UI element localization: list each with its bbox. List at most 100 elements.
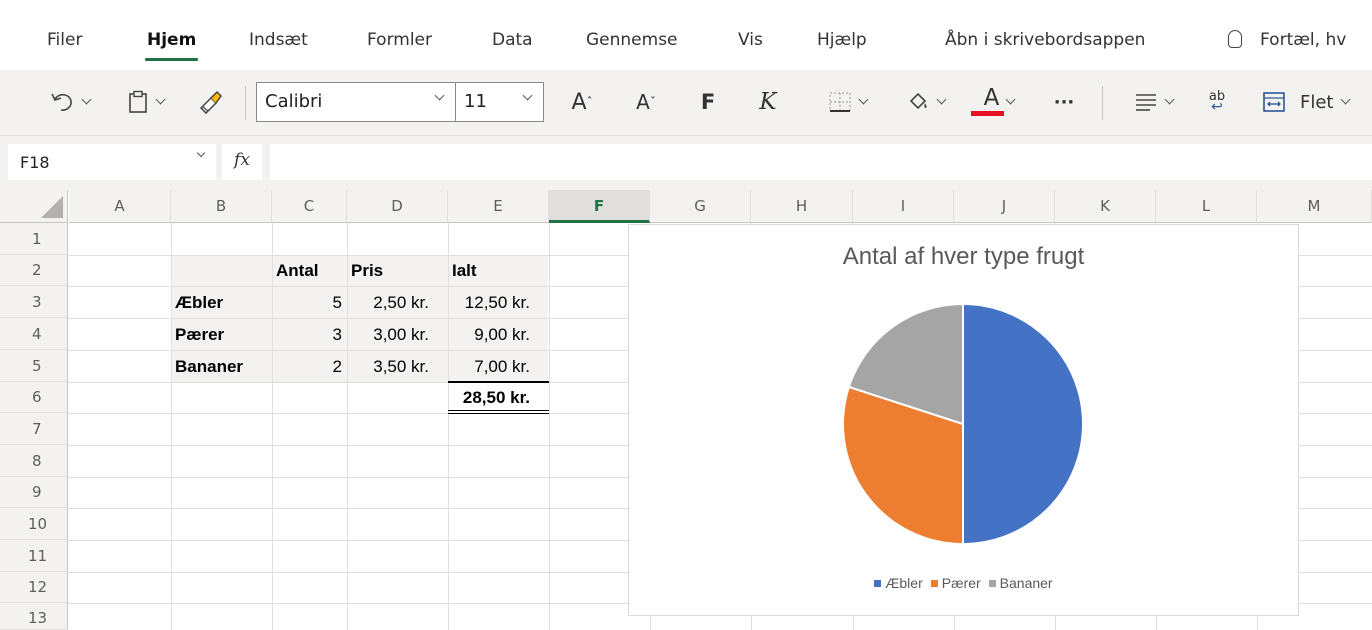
format-painter-icon xyxy=(199,90,222,114)
bold-button[interactable]: F xyxy=(690,82,726,122)
cell-d4-pris[interactable]: 3,00 kr. xyxy=(347,319,429,350)
tab-formler[interactable]: Formler xyxy=(367,30,432,50)
row-header-10[interactable]: 10 xyxy=(0,508,68,540)
column-header-h[interactable]: H xyxy=(751,190,853,223)
formula-input[interactable] xyxy=(270,144,1372,180)
pie-slice-0[interactable] xyxy=(962,302,1084,546)
name-box[interactable]: F18 xyxy=(8,144,216,180)
cell-b5-item-name[interactable]: Bananer xyxy=(175,351,243,382)
cell-c2-header-antal[interactable]: Antal xyxy=(276,255,319,286)
cell-d2-header-pris[interactable]: Pris xyxy=(351,255,383,286)
column-header-g[interactable]: G xyxy=(650,190,751,223)
toolbar-divider xyxy=(1102,86,1103,120)
chevron-down-icon xyxy=(1164,94,1174,105)
legend-swatch xyxy=(930,580,938,587)
cell-e6-total[interactable]: 28,50 kr. xyxy=(448,382,530,413)
row-header-9[interactable]: 9 xyxy=(0,477,68,508)
tab-indsaet[interactable]: Indsæt xyxy=(249,30,308,50)
open-desktop-app-link[interactable]: Åbn i skrivebordsappen xyxy=(945,30,1145,50)
font-name-dropdown[interactable]: Calibri xyxy=(256,82,456,122)
ribbon-tabs: Filer Hjem Indsæt Formler Data Gennemse … xyxy=(0,12,1372,70)
grow-font-button[interactable]: Aˆ xyxy=(560,82,604,122)
column-header-l[interactable]: L xyxy=(1156,190,1257,223)
legend-swatch xyxy=(988,580,996,587)
font-size-dropdown[interactable]: 11 xyxy=(456,82,544,122)
italic-button[interactable]: K xyxy=(750,82,786,122)
row-header-4[interactable]: 4 xyxy=(0,318,68,350)
column-header-i[interactable]: I xyxy=(853,190,954,223)
column-header-b[interactable]: B xyxy=(171,190,272,223)
column-header-a[interactable]: A xyxy=(69,190,171,223)
cell-c4-antal[interactable]: 3 xyxy=(272,319,342,350)
caret-up-icon: ˆ xyxy=(586,95,593,109)
row-header-12[interactable]: 12 xyxy=(0,572,68,603)
tell-me-search[interactable]: Fortæl, hv xyxy=(1228,30,1346,50)
row-header-8[interactable]: 8 xyxy=(0,445,68,477)
column-header-m[interactable]: M xyxy=(1257,190,1372,223)
font-size-value: 11 xyxy=(464,91,487,112)
more-options-button[interactable]: ··· xyxy=(1044,82,1084,122)
font-color-button[interactable]: A xyxy=(966,82,1032,122)
shrink-font-button[interactable]: Aˇ xyxy=(626,82,666,122)
legend-label: Pærer xyxy=(941,575,981,591)
cell-c5-antal[interactable]: 2 xyxy=(272,351,342,382)
gridline xyxy=(347,223,348,630)
legend-label: Æbler xyxy=(885,575,923,591)
insert-function-button[interactable]: fx xyxy=(222,144,262,180)
row-header-6[interactable]: 6 xyxy=(0,382,68,413)
row-header-7[interactable]: 7 xyxy=(0,413,68,445)
merge-button[interactable]: Flet xyxy=(1262,82,1372,122)
chevron-down-icon xyxy=(858,94,868,105)
lightbulb-icon xyxy=(1228,30,1242,48)
row-header-2[interactable]: 2 xyxy=(0,255,68,286)
format-painter-button[interactable] xyxy=(190,82,230,122)
cell-c3-antal[interactable]: 5 xyxy=(272,287,342,318)
select-all-corner[interactable] xyxy=(0,190,68,223)
fill-color-button[interactable] xyxy=(894,82,956,122)
tab-filer[interactable]: Filer xyxy=(47,30,82,50)
column-header-k[interactable]: K xyxy=(1055,190,1156,223)
cell-e3-ialt[interactable]: 12,50 kr. xyxy=(448,287,530,318)
column-header-d[interactable]: D xyxy=(347,190,448,223)
chevron-down-icon xyxy=(1005,94,1016,105)
borders-button[interactable] xyxy=(814,82,880,122)
tab-data[interactable]: Data xyxy=(492,30,533,50)
fill-color-icon xyxy=(909,92,927,110)
row-header-13[interactable]: 13 xyxy=(0,603,68,630)
tab-hjem[interactable]: Hjem xyxy=(144,30,199,61)
column-header-c[interactable]: C xyxy=(272,190,347,223)
chevron-down-icon xyxy=(522,90,533,101)
font-color-swatch xyxy=(971,111,1004,116)
column-header-e[interactable]: E xyxy=(448,190,549,223)
tab-gennemse[interactable]: Gennemse xyxy=(586,30,678,50)
merge-icon xyxy=(1263,92,1285,112)
cell-e4-ialt[interactable]: 9,00 kr. xyxy=(448,319,530,350)
tab-hjaelp[interactable]: Hjælp xyxy=(817,30,867,50)
row-header-3[interactable]: 3 xyxy=(0,286,68,318)
cell-d5-pris[interactable]: 3,50 kr. xyxy=(347,351,429,382)
row-header-5[interactable]: 5 xyxy=(0,350,68,382)
paste-button[interactable] xyxy=(116,82,174,122)
wrap-text-button[interactable]: ab ↩ xyxy=(1200,82,1234,122)
select-all-triangle-icon xyxy=(41,196,63,218)
chevron-down-icon xyxy=(936,94,946,105)
cell-b3-item-name[interactable]: Æbler xyxy=(175,287,223,318)
cell-e2-header-ialt[interactable]: Ialt xyxy=(452,255,477,286)
undo-button[interactable] xyxy=(38,82,100,122)
cell-d3-pris[interactable]: 2,50 kr. xyxy=(347,287,429,318)
gridline xyxy=(549,223,550,630)
column-header-f[interactable]: F xyxy=(549,190,650,223)
chart-legend: Æbler Pærer Bananer xyxy=(629,575,1298,591)
formula-bar: F18 fx xyxy=(0,136,1372,190)
cell-b4-item-name[interactable]: Pærer xyxy=(175,319,224,350)
row-header-11[interactable]: 11 xyxy=(0,540,68,572)
align-button[interactable] xyxy=(1122,82,1184,122)
pie-chart[interactable]: Antal af hver type frugt Æbler Pærer Banan… xyxy=(628,224,1299,616)
tab-vis[interactable]: Vis xyxy=(738,30,763,50)
row-header-1[interactable]: 1 xyxy=(0,223,68,255)
cell-e5-ialt[interactable]: 7,00 kr. xyxy=(448,351,530,382)
gridline xyxy=(448,223,449,630)
font-color-letter: A xyxy=(983,85,1000,111)
grow-font-label: A xyxy=(571,89,587,115)
column-header-j[interactable]: J xyxy=(954,190,1055,223)
